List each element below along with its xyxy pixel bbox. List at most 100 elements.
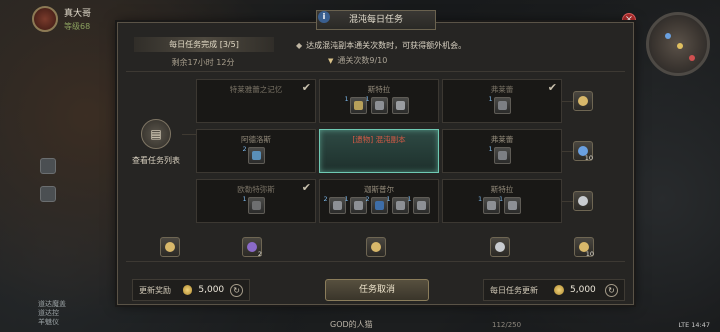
reward-icon [578,96,588,106]
quest-cell[interactable]: [遗物] 混沌副本 [319,129,439,173]
triangle-bullet-icon: ▼ [328,57,334,65]
row-reward[interactable]: 10 [573,141,593,162]
reward-item[interactable]: 2 [324,195,346,214]
quest-cell-title: 阿德洛斯 [241,135,271,144]
daily-refresh-value: 5,000 [570,285,596,295]
reward-item[interactable]: 1 [499,195,521,214]
item-icon [395,101,405,110]
column-reward[interactable]: 10 [574,237,594,258]
item-icon [416,201,426,210]
item-icon [374,201,384,210]
item-count: 2 [365,195,370,203]
daily-quest-status: 每日任务完成 [3/5] [134,37,274,52]
reward-icon [371,242,381,252]
reward-item[interactable]: 1 [387,195,409,214]
reward-item[interactable]: 1 [345,195,367,214]
minimap[interactable] [646,12,710,76]
reward-count: 10 [585,250,594,258]
daily-quest-refresh: 每日任务更新 5,000 ↻ [483,279,625,301]
reward-item[interactable]: 2 [243,145,265,164]
side-chat-line-1: 道达魔盖 [38,300,66,308]
reward-count: 2 [257,250,262,258]
item-icon [497,151,507,160]
item-count: 1 [488,145,493,153]
item-icon [332,201,342,210]
column-reward[interactable] [366,237,386,257]
refresh-icon[interactable]: ↻ [230,283,243,297]
chat-icon[interactable] [40,158,56,174]
minimap-player-marker [677,43,683,49]
item-count: 2 [323,195,328,203]
player-avatar[interactable] [32,6,58,32]
player-info[interactable]: 真大哥 等级68 [32,6,91,32]
quest-cell-title: 欧勒特弥斯 [237,185,275,194]
item-icon [374,101,384,110]
reward-icon [247,242,257,252]
refresh-reward: 更新奖励 5,000 ↻ [132,279,250,301]
daily-refresh-label: 每日任务更新 [490,285,538,295]
item-count: 1 [344,195,349,203]
row-reward[interactable] [573,91,593,111]
minimap-marker [689,55,695,61]
item-icon [497,101,507,110]
clear-progress: ▼ 通关次数9/10 [328,55,387,66]
page-count: 112/250 [492,321,522,329]
info-icon[interactable]: i [318,11,330,23]
divider [126,71,625,72]
reward-item[interactable]: 1 [366,95,388,114]
checkmark-icon: ✔ [547,81,557,94]
connector-line [562,101,573,102]
quest-cell-title: 斯特拉 [490,185,514,194]
reward-item[interactable]: 1 [345,95,367,114]
item-count: 1 [242,195,247,203]
refresh-icon[interactable]: ↻ [605,283,618,297]
column-reward[interactable]: 2 [242,237,262,258]
column-reward[interactable] [160,237,180,257]
quest-cell[interactable]: 阿德洛斯 2 [196,129,316,173]
clear-progress-text: 通关次数9/10 [337,56,388,65]
quest-cell-title: 弗莱蕾 [490,85,514,94]
system-status: LTE 14:47 [678,321,710,329]
quest-cell[interactable]: 弗莱蕾 1 [442,129,562,173]
reward-item[interactable] [391,97,409,114]
connector-line [182,134,196,135]
quest-reward-items: 11 [320,95,438,114]
quest-cell[interactable]: 斯特拉 1 1 [319,79,439,123]
side-chat-line-3: 羊魅仪 [38,318,59,326]
quest-cell[interactable]: 弗莱蕾 ✔ 1 [442,79,562,123]
reward-item[interactable]: 1 [243,195,265,214]
connector-line [562,151,573,152]
view-quest-list-button[interactable]: ▤ 查看任务列表 [130,119,182,166]
quest-cell[interactable]: 迦斯普尔 2 1 2 1 1 [319,179,439,223]
cancel-quest-button[interactable]: 任务取消 [325,279,429,301]
reward-count: 10 [584,154,593,162]
bottom-status-text: GOD的人猫 [330,320,373,329]
item-icon [353,101,363,110]
reward-icon [165,242,175,252]
reward-item[interactable]: 1 [478,195,500,214]
player-name: 真大哥 [64,9,92,19]
column-reward[interactable] [490,237,510,257]
reward-item[interactable]: 2 [366,195,388,214]
reward-icon [495,242,505,252]
quest-cell[interactable]: 欧勒特弥斯 ✔ 1 [196,179,316,223]
quest-cell[interactable]: 特莱雅蕾之记忆 ✔ [196,79,316,123]
party-icon[interactable] [40,186,56,202]
time-remaining: 剩余17小时 12分 [171,58,235,67]
reward-item[interactable]: 1 [408,195,430,214]
quest-cell-title: 特莱雅蕾之记忆 [229,85,283,94]
item-count: 2 [242,145,247,153]
reward-item[interactable]: 1 [489,95,511,114]
bonus-description-text: 达成混沌副本通关次数时，可获得额外机会。 [306,41,467,50]
refresh-reward-label: 更新奖励 [139,285,171,295]
row-reward[interactable] [573,191,593,211]
item-icon [251,201,261,210]
player-level: 等级68 [64,22,91,31]
quest-reward-items: 2 1 2 1 1 [320,195,438,214]
bonus-description: ◆ 达成混沌副本通关次数时，可获得额外机会。 [296,40,466,51]
quest-reward-items: 11 [443,195,561,214]
quest-cell[interactable]: 斯特拉 1 1 [442,179,562,223]
item-count: 1 [499,195,504,203]
reward-item[interactable]: 1 [489,145,511,164]
checkmark-icon: ✔ [301,181,311,194]
